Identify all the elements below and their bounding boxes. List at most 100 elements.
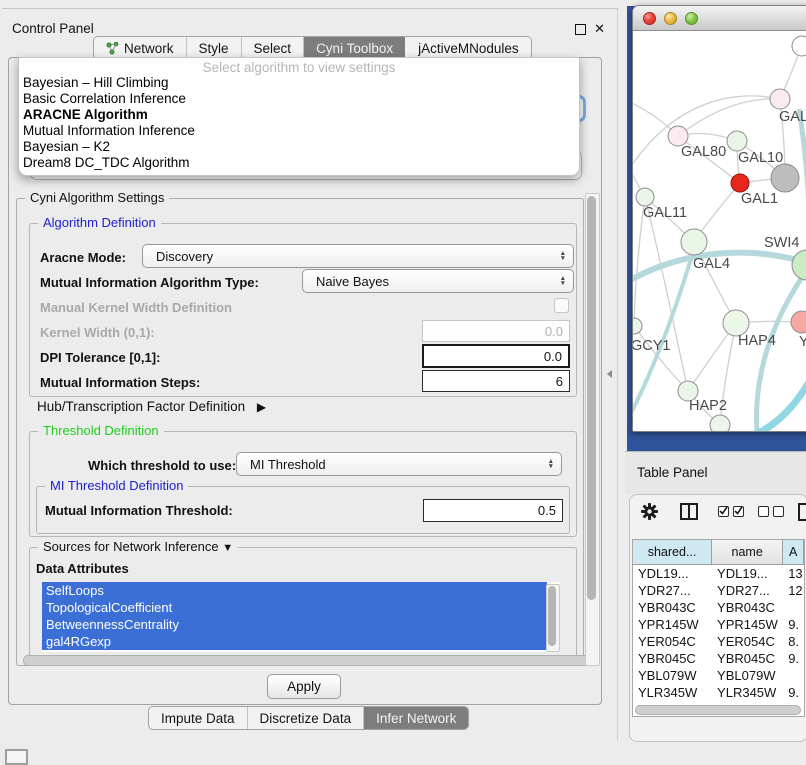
tab-jactivemnodules[interactable]: jActiveMNodules (405, 37, 531, 59)
network-node[interactable] (731, 174, 749, 192)
mi-type-value: Naive Bayes (316, 274, 389, 289)
mi-threshold-value: 0.5 (538, 503, 556, 518)
settings-hscrollbar[interactable] (23, 655, 597, 666)
algorithm-popup-prompt: Select algorithm to view settings (19, 60, 579, 75)
table-row[interactable]: YDR27...YDR27...12 (633, 582, 804, 599)
table-cell: 12 (783, 582, 804, 599)
network-edge[interactable] (678, 99, 780, 136)
node-label-gal: GAL (779, 109, 806, 125)
minimized-panel-icon[interactable] (5, 749, 28, 765)
table-cell: YBL079W (712, 667, 783, 684)
node-label-gal10: GAL10 (738, 150, 783, 166)
network-window-titlebar[interactable] (633, 6, 806, 31)
node-label-y: Y (799, 334, 806, 350)
kernel-width-field[interactable]: 0.0 (422, 320, 570, 342)
tab-discretize-data[interactable]: Discretize Data (247, 707, 364, 729)
algorithm-option-aracne-algorithm[interactable]: ARACNE Algorithm (19, 107, 579, 123)
which-threshold-combo[interactable]: MI Threshold ▲▼ (236, 452, 562, 476)
network-view[interactable]: GALGAL80GAL10GAL1GAL11SWI4GAL4GCY1HAP4YH… (633, 31, 806, 431)
gear-icon[interactable] (641, 503, 658, 525)
manual-kernel-label: Manual Kernel Width Definition (40, 300, 232, 315)
attribute-item-gal4rgexp[interactable]: gal4RGexp (42, 633, 547, 650)
close-panel-icon[interactable]: ✕ (594, 23, 605, 35)
table-cell: YER054C (633, 633, 712, 650)
tab-infer-network[interactable]: Infer Network (363, 707, 468, 729)
minimize-button[interactable] (664, 12, 677, 25)
zoom-button[interactable] (685, 12, 698, 25)
tab-label: jActiveMNodules (418, 41, 519, 56)
algorithm-option-dream8-dc-tdc-algorithm[interactable]: Dream8 DC_TDC Algorithm (19, 155, 579, 171)
tab-style[interactable]: Style (186, 37, 241, 59)
table-row[interactable]: YBL079WYBL079W (633, 667, 804, 684)
network-node[interactable] (727, 131, 747, 151)
tab-label: Style (199, 41, 229, 56)
algorithm-option-bayesian-k2[interactable]: Bayesian – K2 (19, 139, 579, 155)
show-selected-icon[interactable] (718, 506, 744, 517)
algorithm-option-bayesian-hill-climbing[interactable]: Bayesian – Hill Climbing (19, 75, 579, 91)
close-button[interactable] (643, 12, 656, 25)
network-node[interactable] (791, 311, 806, 333)
tab-label: Impute Data (161, 711, 235, 726)
table-cell: 8. (783, 633, 804, 650)
tab-cyni-toolbox[interactable]: Cyni Toolbox (303, 37, 405, 59)
attribute-item-topologicalcoefficient[interactable]: TopologicalCoefficient (42, 599, 547, 616)
tab-impute-data[interactable]: Impute Data (149, 707, 247, 729)
tab-select[interactable]: Select (241, 37, 304, 59)
algorithm-option-basic-correlation-inference[interactable]: Basic Correlation Inference (19, 91, 579, 107)
table-row[interactable]: YLR345WYLR345W9. (633, 684, 804, 701)
splitter-collapse-handle[interactable] (607, 370, 612, 378)
network-graph[interactable]: GALGAL80GAL10GAL1GAL11SWI4GAL4GCY1HAP4YH… (633, 31, 806, 431)
table-row[interactable]: YBR043CYBR043C (633, 599, 804, 616)
show-unselected-icon[interactable] (758, 506, 784, 517)
table-hscrollbar[interactable] (635, 705, 801, 715)
column-header-name[interactable]: name (712, 540, 783, 565)
table-row[interactable]: YPR145WYPR145W9. (633, 616, 804, 633)
network-edge[interactable] (634, 326, 688, 391)
network-node[interactable] (710, 415, 730, 431)
mi-steps-field[interactable]: 6 (422, 370, 570, 392)
apply-button[interactable]: Apply (267, 674, 341, 699)
dpi-tolerance-field[interactable]: 0.0 (422, 344, 570, 368)
hub-definition-toggle[interactable]: Hub/Transcription Factor Definition ▶ (37, 399, 266, 414)
table-cell: 9. (783, 650, 804, 667)
table-header-row: shared...nameA (633, 540, 804, 565)
sources-group-title[interactable]: Sources for Network Inference ▼ (38, 539, 238, 556)
attribute-item-selfloops[interactable]: SelfLoops (42, 582, 547, 599)
table-row[interactable]: YDL19...YDL19...13 (633, 565, 804, 582)
attributes-scrollbar[interactable] (546, 584, 560, 652)
attribute-item-betweennesscentrality[interactable]: BetweennessCentrality (42, 616, 547, 633)
manual-kernel-checkbox[interactable] (554, 298, 569, 313)
mi-threshold-field[interactable]: 0.5 (423, 499, 563, 522)
mi-steps-value: 6 (556, 374, 563, 389)
network-node[interactable] (792, 36, 806, 56)
export-table-icon[interactable] (798, 503, 806, 527)
settings-vscrollbar[interactable] (585, 193, 600, 666)
combo-arrows-icon: ▲▼ (560, 251, 566, 261)
tab-network[interactable]: Network (94, 37, 186, 59)
mi-threshold-group-title: MI Threshold Definition (45, 478, 188, 493)
network-node[interactable] (681, 229, 707, 255)
network-edge[interactable] (799, 109, 806, 257)
algorithm-option-mutual-information-inference[interactable]: Mutual Information Inference (19, 123, 579, 139)
network-node[interactable] (770, 89, 790, 109)
network-node[interactable] (668, 126, 688, 146)
table-panel-title: Table Panel (637, 465, 708, 480)
float-window-icon[interactable] (575, 24, 586, 35)
network-node[interactable] (636, 188, 654, 206)
table-cell: 9. (783, 684, 804, 701)
table-row[interactable]: YBR045CYBR045C9. (633, 650, 804, 667)
network-node[interactable] (771, 164, 799, 192)
node-label-hap4: HAP4 (738, 333, 776, 349)
network-node[interactable] (792, 250, 806, 280)
aracne-mode-combo[interactable]: Discovery ▲▼ (142, 244, 574, 268)
table-cell (783, 667, 804, 684)
network-icon (106, 42, 119, 55)
network-node[interactable] (633, 318, 642, 334)
mi-type-combo[interactable]: Naive Bayes ▲▼ (302, 269, 574, 293)
column-view-icon[interactable] (680, 503, 699, 525)
table-row[interactable]: YER054CYER054C8. (633, 633, 804, 650)
algorithm-definition-title: Algorithm Definition (38, 215, 161, 230)
column-header-shared[interactable]: shared... (633, 540, 712, 565)
network-window[interactable]: GALGAL80GAL10GAL1GAL11SWI4GAL4GCY1HAP4YH… (632, 5, 806, 432)
column-header-a[interactable]: A (783, 540, 804, 565)
